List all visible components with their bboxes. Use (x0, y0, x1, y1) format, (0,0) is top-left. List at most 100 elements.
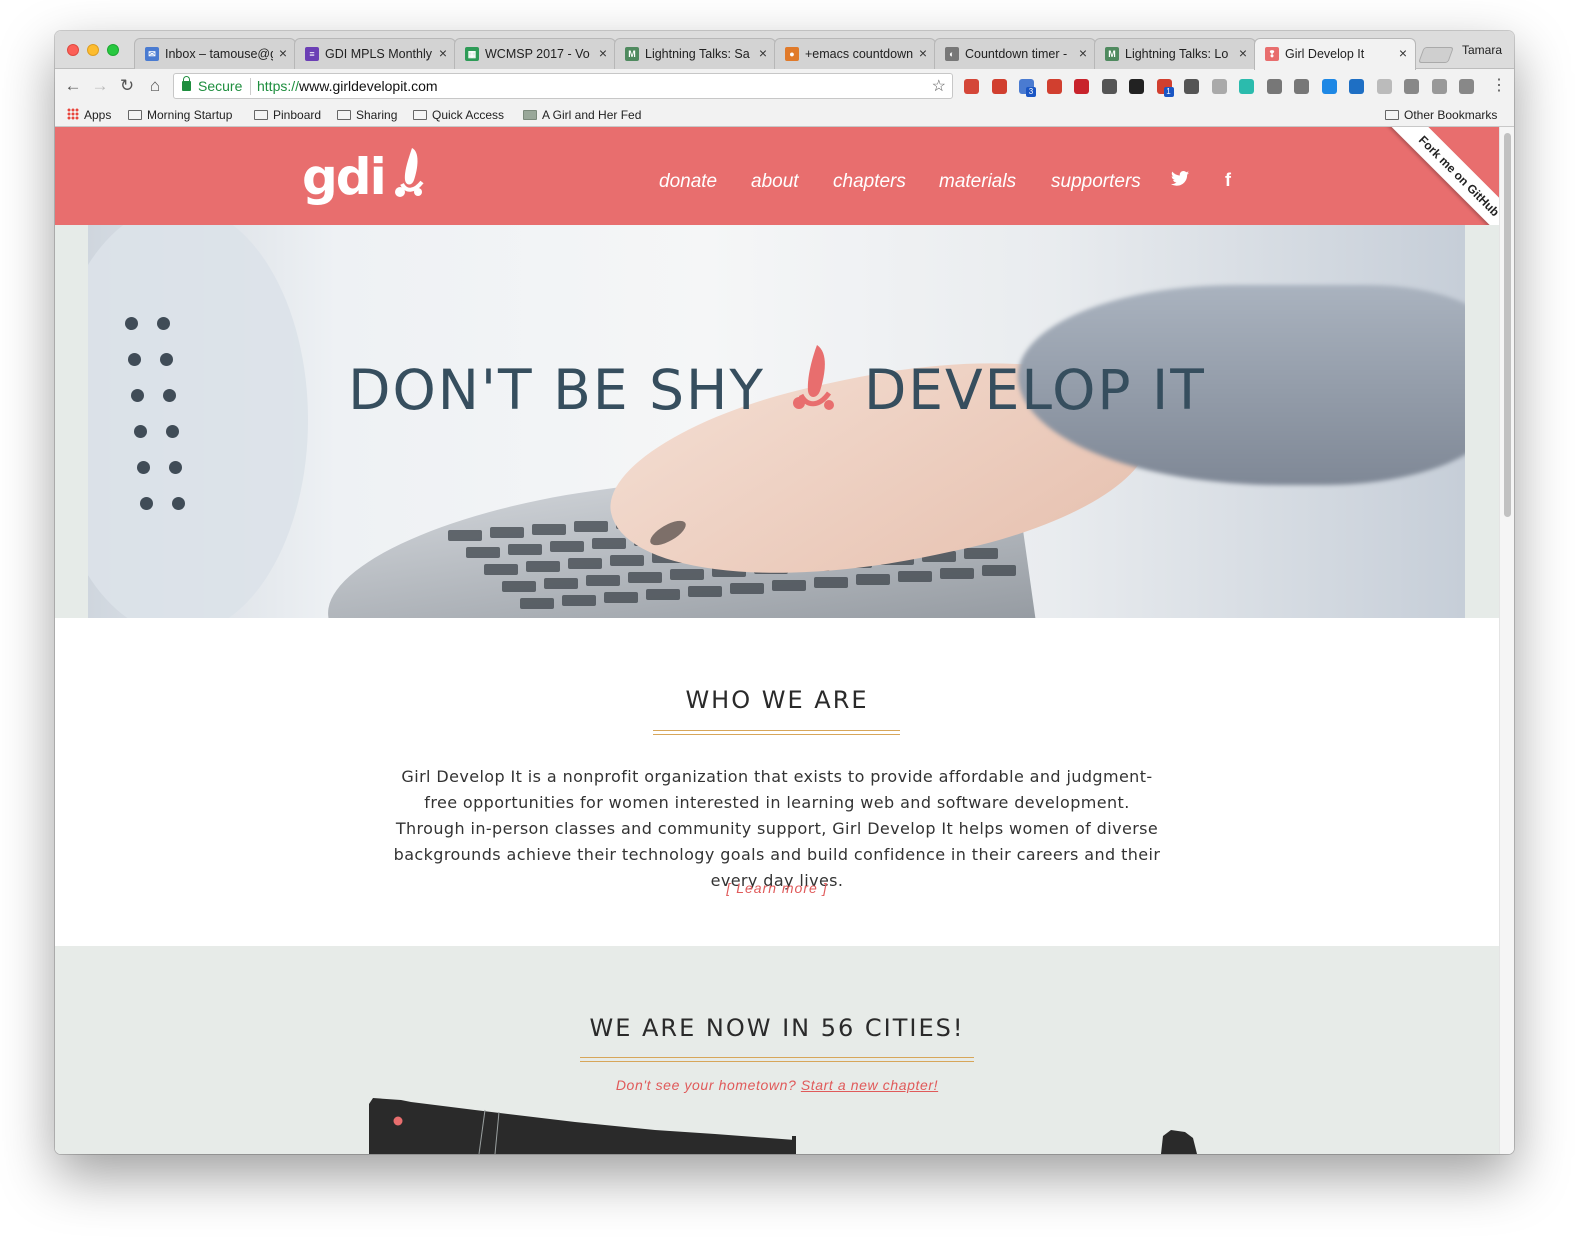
extension-icon[interactable] (1211, 79, 1227, 94)
tab-favicon-icon: ◐ (945, 47, 959, 61)
browser-window: ✉ Inbox – tamouse@g × ≡ GDI MPLS Monthly × ▦ WC… (55, 31, 1514, 1154)
map-great-lakes-region (792, 1136, 796, 1154)
browser-tab[interactable]: M Lightning Talks: Sa × (614, 38, 776, 69)
nav-supporters[interactable]: supporters (1051, 171, 1141, 193)
tab-close-icon[interactable]: × (919, 45, 927, 61)
map-chapter-marker[interactable] (393, 1116, 403, 1126)
extension-icon[interactable] (991, 79, 1007, 94)
bookmark-morning-startup[interactable]: Morning Startup (128, 108, 232, 122)
facebook-icon[interactable]: f (1225, 170, 1231, 191)
lock-icon (182, 76, 191, 91)
browser-tab[interactable]: ❢ Girl Develop It × (1254, 38, 1416, 70)
close-window-button[interactable] (67, 44, 79, 56)
speaker-hole (169, 461, 182, 474)
extension-icon[interactable] (1294, 79, 1309, 94)
url-host: www.girldevelopit.com (299, 78, 438, 94)
keyboard-key (628, 572, 662, 583)
back-icon[interactable]: ← (63, 76, 83, 96)
logo-text: gdi (302, 148, 387, 206)
bookmark-other[interactable]: Other Bookmarks (1385, 108, 1497, 122)
page-scrollbar[interactable] (1499, 127, 1514, 1154)
keyboard-key (544, 578, 578, 589)
speaker-hole (172, 497, 185, 510)
speaker-hole (157, 317, 170, 330)
tab-close-icon[interactable]: × (1239, 45, 1247, 61)
home-icon[interactable]: ⌂ (145, 76, 165, 96)
extension-icon[interactable] (1184, 79, 1199, 94)
extension-badge: 1 (1163, 87, 1174, 97)
bookmark-sharing[interactable]: Sharing (337, 108, 397, 122)
extension-icon[interactable] (964, 79, 979, 94)
new-tab-button[interactable] (1418, 47, 1454, 63)
bookmark-quick-access[interactable]: Quick Access (413, 108, 504, 122)
tab-close-icon[interactable]: × (599, 45, 607, 61)
tab-close-icon[interactable]: × (759, 45, 767, 61)
extension-icon[interactable] (1349, 79, 1364, 94)
keyboard-key (484, 564, 518, 575)
keyboard-key (562, 595, 596, 606)
extension-icon[interactable] (1404, 79, 1419, 94)
bookmark-label: Other Bookmarks (1404, 108, 1498, 122)
bookmark-pinboard[interactable]: Pinboard (254, 108, 321, 122)
profile-name[interactable]: Tamara (1462, 43, 1502, 57)
scrollbar-thumb[interactable] (1504, 133, 1511, 517)
extension-icon[interactable] (1431, 79, 1447, 94)
extension-icon[interactable] (1101, 79, 1117, 94)
browser-tab[interactable]: ≡ GDI MPLS Monthly × (294, 38, 456, 69)
reload-icon[interactable]: ↻ (117, 76, 137, 96)
bookmark-a-girl-and-her-fed[interactable]: A Girl and Her Fed (523, 108, 641, 122)
extension-icon[interactable] (1321, 79, 1337, 94)
folder-icon (413, 110, 427, 120)
tab-close-icon[interactable]: × (439, 45, 447, 61)
browser-tab[interactable]: ◐ Countdown timer - × (934, 38, 1096, 69)
hero-splash-icon (784, 343, 844, 423)
bookmark-label: Quick Access (432, 108, 505, 122)
learn-more-link[interactable]: [ Learn more ] (55, 880, 1499, 896)
nav-chapters[interactable]: chapters (833, 171, 906, 193)
twitter-icon[interactable] (1171, 170, 1189, 191)
folder-icon (128, 110, 142, 120)
nav-materials[interactable]: materials (939, 171, 1016, 193)
map-west-region (369, 1098, 795, 1154)
nav-donate[interactable]: donate (659, 171, 717, 193)
start-chapter-link[interactable]: Start a new chapter! (801, 1077, 938, 1093)
tab-close-icon[interactable]: × (1079, 45, 1087, 61)
browser-tab[interactable]: M Lightning Talks: Lo × (1094, 38, 1256, 69)
tab-close-icon[interactable]: × (1399, 45, 1407, 61)
keyboard-key (670, 569, 704, 580)
speaker-hole (166, 425, 179, 438)
forward-icon[interactable]: → (90, 76, 110, 96)
bookmark-star-icon[interactable]: ☆ (932, 76, 946, 96)
extension-icon[interactable] (1459, 79, 1474, 94)
nav-about[interactable]: about (751, 171, 799, 193)
url-scheme: https:// (257, 78, 300, 94)
bookmark-label: A Girl and Her Fed (542, 108, 642, 122)
keyboard-key (502, 581, 536, 592)
tab-strip: ✉ Inbox – tamouse@g × ≡ GDI MPLS Monthly × ▦ WC… (55, 31, 1514, 70)
browser-tab[interactable]: ✉ Inbox – tamouse@g × (134, 38, 296, 69)
extension-icon[interactable] (1129, 79, 1144, 94)
gdi-logo[interactable]: gdi (302, 148, 424, 206)
address-bar[interactable]: Secure https://www.girldevelopit.com ☆ (173, 73, 953, 99)
us-chapter-map[interactable] (55, 1096, 1499, 1154)
extension-icon[interactable] (1046, 79, 1062, 94)
tab-favicon-icon: ≡ (305, 47, 319, 61)
keyboard-key (550, 541, 584, 552)
tab-close-icon[interactable]: × (279, 45, 287, 61)
extension-icon[interactable] (1266, 79, 1282, 94)
extension-icon[interactable] (1239, 79, 1254, 94)
browser-tab[interactable]: ▦ WCMSP 2017 - Vo × (454, 38, 616, 69)
browser-menu-icon[interactable]: ⋮ (1491, 75, 1507, 95)
keyboard-key (688, 586, 722, 597)
keyboard-key (604, 592, 638, 603)
cities-question: Don't see your hometown? (615, 1077, 797, 1093)
extension-icon[interactable] (1376, 79, 1392, 94)
keyboard-key (856, 574, 890, 585)
tab-title: Lightning Talks: Sa (645, 47, 750, 61)
extension-icon[interactable] (1074, 79, 1089, 94)
maximize-window-button[interactable] (107, 44, 119, 56)
browser-tab[interactable]: ● +emacs countdown × (774, 38, 936, 69)
url-text: https://www.girldevelopit.com (257, 78, 438, 94)
minimize-window-button[interactable] (87, 44, 99, 56)
bookmark-apps[interactable]: Apps (67, 108, 111, 122)
